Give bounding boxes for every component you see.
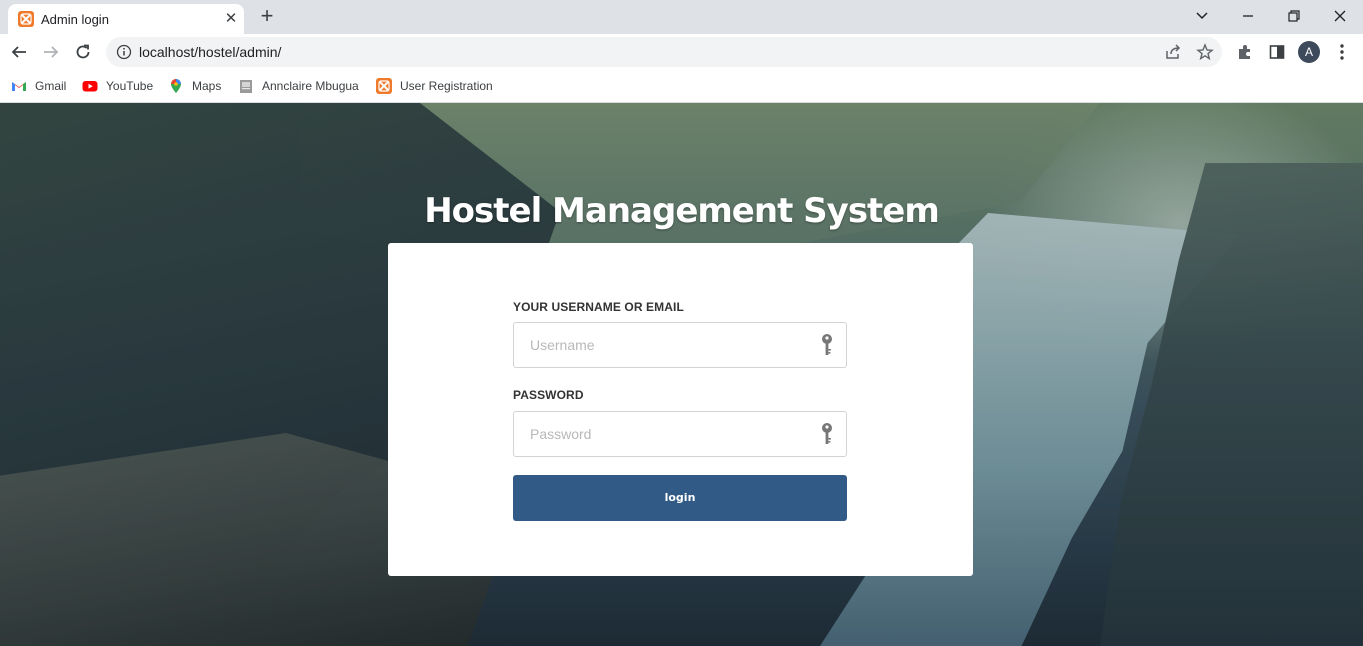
extensions-puzzle-icon[interactable] xyxy=(1236,43,1254,61)
bookmark-star-icon[interactable] xyxy=(1196,43,1214,61)
tab-title: Admin login xyxy=(41,12,109,27)
youtube-icon xyxy=(82,78,98,94)
forward-arrow-icon[interactable] xyxy=(39,40,63,64)
minimize-icon[interactable] xyxy=(1226,4,1270,28)
password-input[interactable] xyxy=(530,412,810,456)
share-icon[interactable] xyxy=(1164,43,1182,61)
browser-tab[interactable]: Admin login ✕ xyxy=(8,4,244,34)
bookmark-label: YouTube xyxy=(106,79,154,93)
bookmark-gmail[interactable]: Gmail xyxy=(11,76,66,96)
gmail-icon xyxy=(11,78,27,94)
password-label: PASSWORD xyxy=(513,388,584,402)
browser-toolbar: localhost/hostel/admin/ A xyxy=(0,34,1363,70)
site-info-icon[interactable] xyxy=(116,44,132,60)
key-icon xyxy=(820,422,834,446)
tab-close-icon[interactable]: ✕ xyxy=(222,10,240,28)
tab-search-chevron-icon[interactable] xyxy=(1180,4,1224,28)
side-panel-icon[interactable] xyxy=(1268,43,1286,61)
browser-tab-strip: Admin login ✕ + xyxy=(0,0,1363,34)
username-input[interactable] xyxy=(530,323,810,367)
bookmarks-bar: Gmail YouTube Maps Annclaire Mbugua User… xyxy=(0,70,1363,103)
bookmark-label: Maps xyxy=(192,79,222,93)
username-label: YOUR USERNAME OR EMAIL xyxy=(513,300,684,314)
bookmark-user-registration[interactable]: User Registration xyxy=(376,76,493,96)
xampp-favicon-icon xyxy=(18,11,34,27)
bookmark-maps[interactable]: Maps xyxy=(168,76,221,96)
profile-avatar[interactable]: A xyxy=(1298,41,1320,63)
bookmark-annclaire-mbugua[interactable]: Annclaire Mbugua xyxy=(238,76,359,96)
bookmark-label: User Registration xyxy=(400,79,493,93)
login-button[interactable]: login xyxy=(513,475,847,521)
back-arrow-icon[interactable] xyxy=(7,40,31,64)
login-card: YOUR USERNAME OR EMAIL PASSWORD login xyxy=(388,243,973,576)
maps-icon xyxy=(168,78,184,94)
bookmark-label: Annclaire Mbugua xyxy=(262,79,359,93)
reload-icon[interactable] xyxy=(71,40,95,64)
new-tab-button[interactable]: + xyxy=(256,5,278,27)
page-title: Hostel Management System xyxy=(424,191,940,231)
bookmark-label: Gmail xyxy=(35,79,67,93)
browser-menu-dots-icon[interactable] xyxy=(1335,42,1349,62)
restore-icon[interactable] xyxy=(1272,4,1316,28)
page-viewport: Hostel Management System YOUR USERNAME O… xyxy=(0,103,1363,646)
url-text[interactable]: localhost/hostel/admin/ xyxy=(139,44,281,60)
key-icon xyxy=(820,333,834,357)
page-icon xyxy=(238,78,254,94)
close-window-icon[interactable] xyxy=(1318,4,1362,28)
password-field[interactable] xyxy=(513,411,847,457)
bookmark-youtube[interactable]: YouTube xyxy=(82,76,153,96)
address-bar[interactable]: localhost/hostel/admin/ xyxy=(106,37,1222,67)
username-field[interactable] xyxy=(513,322,847,368)
xampp-icon xyxy=(376,78,392,94)
